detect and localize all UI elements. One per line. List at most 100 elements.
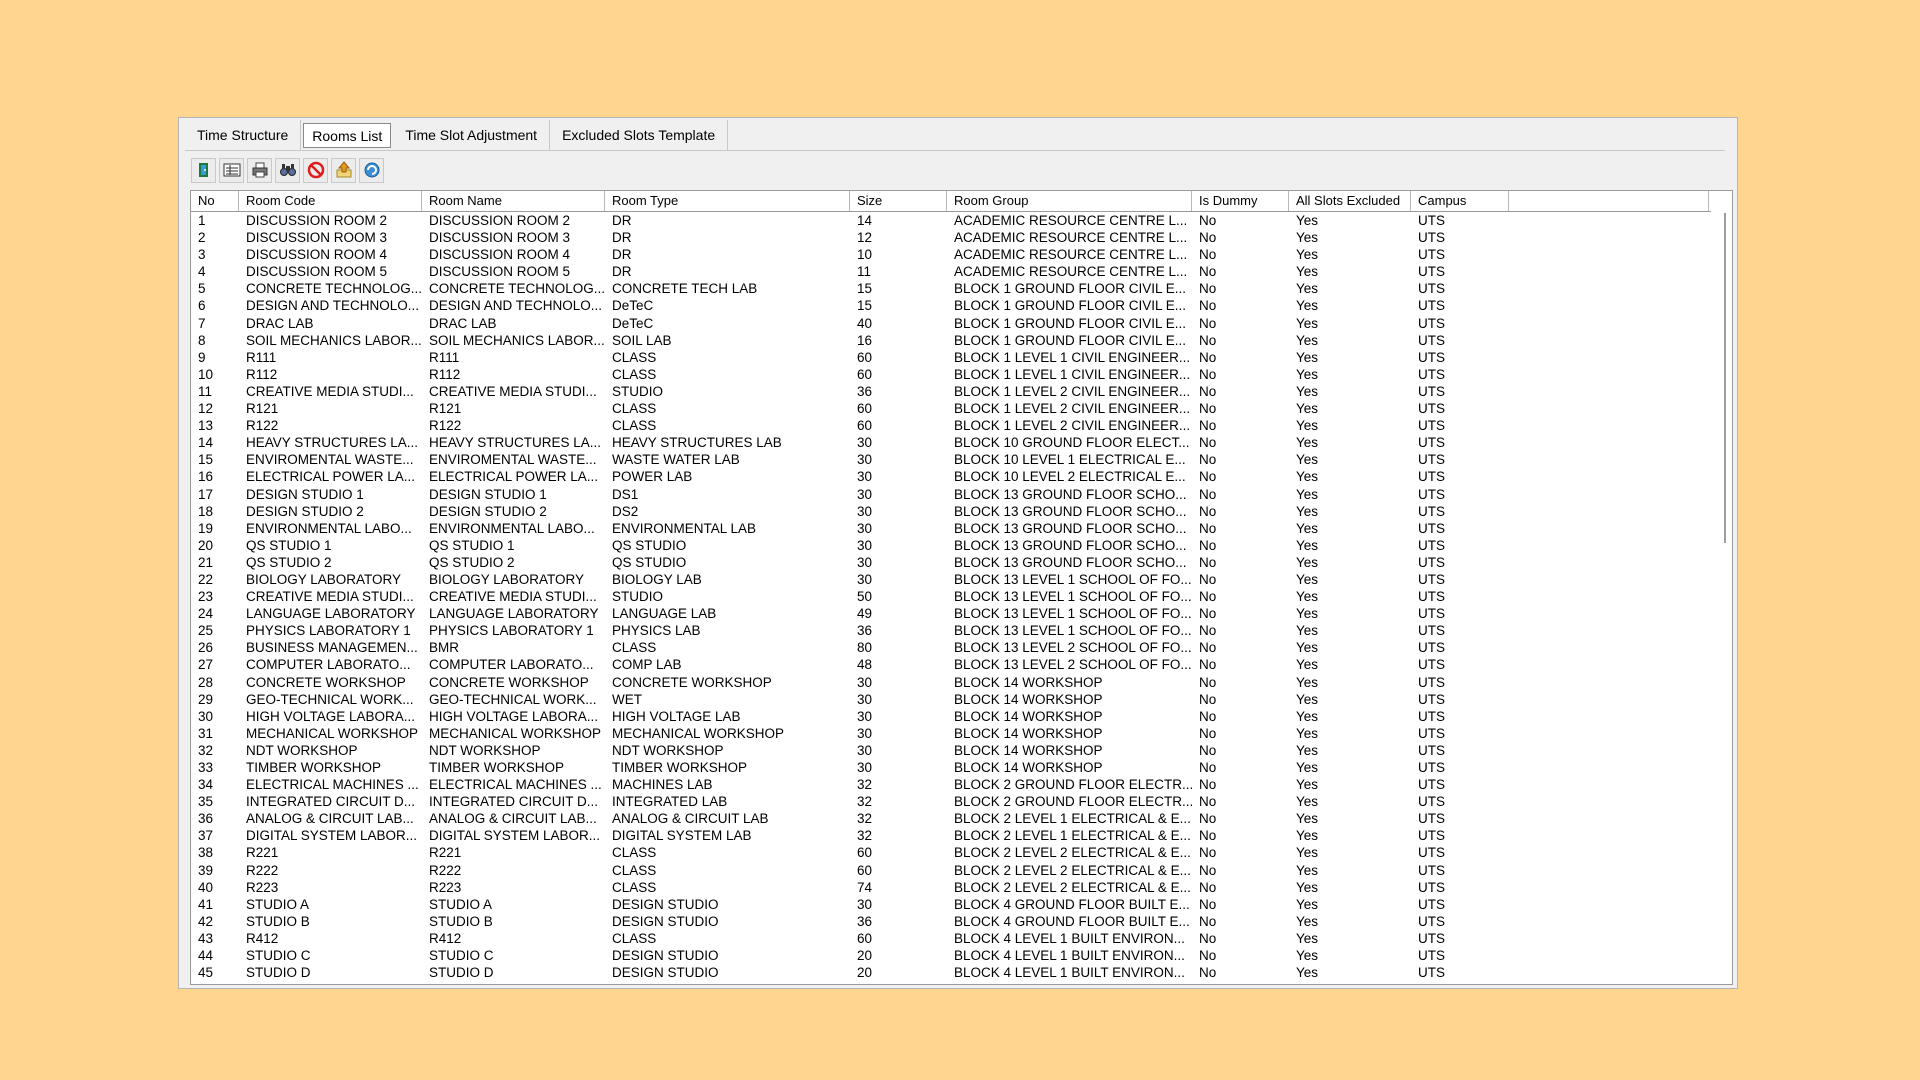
vertical-scrollbar[interactable]: [1722, 213, 1728, 984]
cell-room-group: BLOCK 1 GROUND FLOOR CIVIL E...: [954, 332, 1187, 348]
column-header-room-name[interactable]: Room Name: [422, 191, 605, 211]
table-row[interactable]: 14 HEAVY STRUCTURES LA... HEAVY STRUCTURES…: [191, 434, 1711, 451]
table-row[interactable]: 45 STUDIO D STUDIO D DESIGN STUDIO 20 BLOCK 4…: [191, 964, 1711, 981]
table-row[interactable]: 17 DESIGN STUDIO 1 DESIGN STUDIO 1 DS1 30 BLO…: [191, 486, 1711, 503]
cell-is-dummy: No: [1199, 418, 1217, 434]
cell-room-group: BLOCK 2 GROUND FLOOR ELECTR...: [954, 777, 1192, 793]
cell-size: 30: [857, 725, 873, 741]
cell-campus: UTS: [1418, 537, 1445, 553]
table-row[interactable]: 32 NDT WORKSHOP NDT WORKSHOP NDT WORKSHOP 30…: [191, 742, 1711, 759]
table-row[interactable]: 24 LANGUAGE LABORATORY LANGUAGE LABORATORY…: [191, 605, 1711, 622]
table-row[interactable]: 44 STUDIO C STUDIO C DESIGN STUDIO 20 BLOCK 4…: [191, 947, 1711, 964]
tab-excluded-slots-template[interactable]: Excluded Slots Template: [550, 120, 729, 150]
table-row[interactable]: 25 PHYSICS LABORATORY 1 PHYSICS LABORATORY…: [191, 622, 1711, 639]
cell-room-type: BIOLOGY LAB: [612, 571, 702, 587]
tab-time-slot-adjustment[interactable]: Time Slot Adjustment: [393, 120, 551, 150]
table-row[interactable]: 7 DRAC LAB DRAC LAB DeTeC 40 BLOCK 1 GROUND F…: [191, 315, 1711, 332]
cell-is-dummy: No: [1199, 520, 1217, 536]
table-row[interactable]: 36 ANALOG & CIRCUIT LAB... ANALOG & CIRCUI…: [191, 810, 1711, 827]
table-row[interactable]: 35 INTEGRATED CIRCUIT D... INTEGRATED CIRC…: [191, 793, 1711, 810]
cell-campus: UTS: [1418, 657, 1445, 673]
column-header-no[interactable]: No: [191, 191, 239, 211]
table-row[interactable]: 4 DISCUSSION ROOM 5 DISCUSSION ROOM 5 DR 11 A…: [191, 263, 1711, 280]
cell-room-group: BLOCK 2 LEVEL 1 ELECTRICAL & E...: [954, 811, 1191, 827]
cell-all-slots-excluded: Yes: [1296, 247, 1319, 263]
table-row[interactable]: 28 CONCRETE WORKSHOP CONCRETE WORKSHOP CONC…: [191, 674, 1711, 691]
table-row[interactable]: 43 R412 R412 CLASS 60 BLOCK 4 LEVEL 1 BUILT E…: [191, 930, 1711, 947]
cell-room-code: R223: [246, 879, 279, 895]
cell-is-dummy: No: [1199, 691, 1217, 707]
cell-room-name: COMPUTER LABORATO...: [429, 657, 594, 673]
search-icon[interactable]: [275, 157, 300, 183]
cell-room-name: R223: [429, 879, 462, 895]
cell-room-name: TIMBER WORKSHOP: [429, 760, 565, 775]
table-row[interactable]: 15 ENVIROMENTAL WASTE... ENVIROMENTAL WAST…: [191, 451, 1711, 468]
table-row[interactable]: 10 R112 R112 CLASS 60 BLOCK 1 LEVEL 1 CIVIL E…: [191, 366, 1711, 383]
cell-is-dummy: No: [1199, 401, 1217, 417]
table-row[interactable]: 19 ENVIRONMENTAL LABO... ENVIRONMENTAL LAB…: [191, 520, 1711, 537]
tab-time-structure[interactable]: Time Structure: [185, 120, 302, 150]
table-row[interactable]: 18 DESIGN STUDIO 2 DESIGN STUDIO 2 DS2 30 BLO…: [191, 503, 1711, 520]
export-icon[interactable]: [331, 157, 356, 183]
table-row[interactable]: 13 R122 R122 CLASS 60 BLOCK 1 LEVEL 2 CIVIL E…: [191, 417, 1711, 434]
cell-all-slots-excluded: Yes: [1296, 760, 1319, 775]
table-row[interactable]: 20 QS STUDIO 1 QS STUDIO 1 QS STUDIO 30 BLOCK…: [191, 537, 1711, 554]
table-row[interactable]: 39 R222 R222 CLASS 60 BLOCK 2 LEVEL 2 ELECTRI…: [191, 862, 1711, 879]
column-header-all-slots-excluded[interactable]: All Slots Excluded: [1289, 191, 1411, 211]
tab-rooms-list[interactable]: Rooms List: [303, 123, 392, 148]
table-row[interactable]: 26 BUSINESS MANAGEMEN... BMR CLASS 80 BLOCK 1…: [191, 639, 1711, 656]
cell-room-type: STUDIO: [612, 383, 664, 399]
column-header-room-code[interactable]: Room Code: [239, 191, 422, 211]
column-header-room-type[interactable]: Room Type: [605, 191, 850, 211]
table-row[interactable]: 11 CREATIVE MEDIA STUDI... CREATIVE MEDIA …: [191, 383, 1711, 400]
table-row[interactable]: 6 DESIGN AND TECHNOLO... DESIGN AND TECHNO…: [191, 297, 1711, 314]
cell-all-slots-excluded: Yes: [1296, 349, 1319, 365]
cell-room-code: BUSINESS MANAGEMEN...: [246, 640, 418, 656]
column-header-size[interactable]: Size: [850, 191, 947, 211]
table-row[interactable]: 42 STUDIO B STUDIO B DESIGN STUDIO 36 BLOCK 4…: [191, 913, 1711, 930]
table-row[interactable]: 29 GEO-TECHNICAL WORK... GEO-TECHNICAL WOR…: [191, 691, 1711, 708]
table-row[interactable]: 22 BIOLOGY LABORATORY BIOLOGY LABORATORY BI…: [191, 571, 1711, 588]
table-row[interactable]: 3 DISCUSSION ROOM 4 DISCUSSION ROOM 4 DR 10 A…: [191, 246, 1711, 263]
cell-room-type: TIMBER WORKSHOP: [612, 760, 748, 775]
table-row[interactable]: 31 MECHANICAL WORKSHOP MECHANICAL WORKSHOP…: [191, 725, 1711, 742]
cell-size: 16: [857, 332, 873, 348]
cell-all-slots-excluded: Yes: [1296, 401, 1319, 417]
table-row[interactable]: 21 QS STUDIO 2 QS STUDIO 2 QS STUDIO 30 BLOCK…: [191, 554, 1711, 571]
table-row[interactable]: 9 R111 R111 CLASS 60 BLOCK 1 LEVEL 1 CIVIL EN…: [191, 349, 1711, 366]
cancel-icon[interactable]: [303, 157, 328, 183]
column-header-room-group[interactable]: Room Group: [947, 191, 1192, 211]
table-row[interactable]: 1 DISCUSSION ROOM 2 DISCUSSION ROOM 2 DR 14 A…: [191, 212, 1711, 229]
table-row[interactable]: 38 R221 R221 CLASS 60 BLOCK 2 LEVEL 2 ELECTRI…: [191, 844, 1711, 861]
column-header-campus[interactable]: Campus: [1411, 191, 1509, 211]
table-row[interactable]: 40 R223 R223 CLASS 74 BLOCK 2 LEVEL 2 ELECTRI…: [191, 879, 1711, 896]
cell-size: 15: [857, 298, 873, 314]
list-view-icon[interactable]: [219, 157, 244, 183]
cell-room-group: ACADEMIC RESOURCE CENTRE L...: [954, 264, 1188, 280]
cell-room-name: R121: [429, 401, 462, 417]
table-row[interactable]: 27 COMPUTER LABORATO... COMPUTER LABORATO.…: [191, 656, 1711, 673]
cell-room-name: ENVIRONMENTAL LABO...: [429, 520, 595, 536]
column-header-is-dummy[interactable]: Is Dummy: [1192, 191, 1289, 211]
table-row[interactable]: 5 CONCRETE TECHNOLOG... CONCRETE TECHNOLOG…: [191, 280, 1711, 297]
cell-size: 30: [857, 896, 873, 912]
cell-is-dummy: No: [1199, 383, 1217, 399]
scrollbar-thumb[interactable]: [1724, 213, 1726, 543]
cell-room-type: DESIGN STUDIO: [612, 948, 719, 964]
table-row[interactable]: 34 ELECTRICAL MACHINES ... ELECTRICAL MACH…: [191, 776, 1711, 793]
table-row[interactable]: 23 CREATIVE MEDIA STUDI... CREATIVE MEDIA …: [191, 588, 1711, 605]
table-row[interactable]: 16 ELECTRICAL POWER LA... ELECTRICAL POWER…: [191, 468, 1711, 485]
table-row[interactable]: 12 R121 R121 CLASS 60 BLOCK 1 LEVEL 2 CIVIL E…: [191, 400, 1711, 417]
table-row[interactable]: 30 HIGH VOLTAGE LABORA... HIGH VOLTAGE LAB…: [191, 708, 1711, 725]
table-row[interactable]: 8 SOIL MECHANICS LABOR... SOIL MECHANICS L…: [191, 332, 1711, 349]
exit-door-icon[interactable]: [191, 157, 216, 183]
refresh-icon[interactable]: [359, 157, 384, 183]
table-row[interactable]: 37 DIGITAL SYSTEM LABOR... DIGITAL SYSTEM …: [191, 827, 1711, 844]
cell-room-group: BLOCK 1 GROUND FLOOR CIVIL E...: [954, 298, 1187, 314]
cell-size: 36: [857, 623, 873, 639]
cell-all-slots-excluded: Yes: [1296, 674, 1319, 690]
table-row[interactable]: 41 STUDIO A STUDIO A DESIGN STUDIO 30 BLOCK 4…: [191, 896, 1711, 913]
table-row[interactable]: 33 TIMBER WORKSHOP TIMBER WORKSHOP TIMBER W…: [191, 759, 1711, 776]
print-icon[interactable]: [247, 157, 272, 183]
table-row[interactable]: 2 DISCUSSION ROOM 3 DISCUSSION ROOM 3 DR 12 A…: [191, 229, 1711, 246]
